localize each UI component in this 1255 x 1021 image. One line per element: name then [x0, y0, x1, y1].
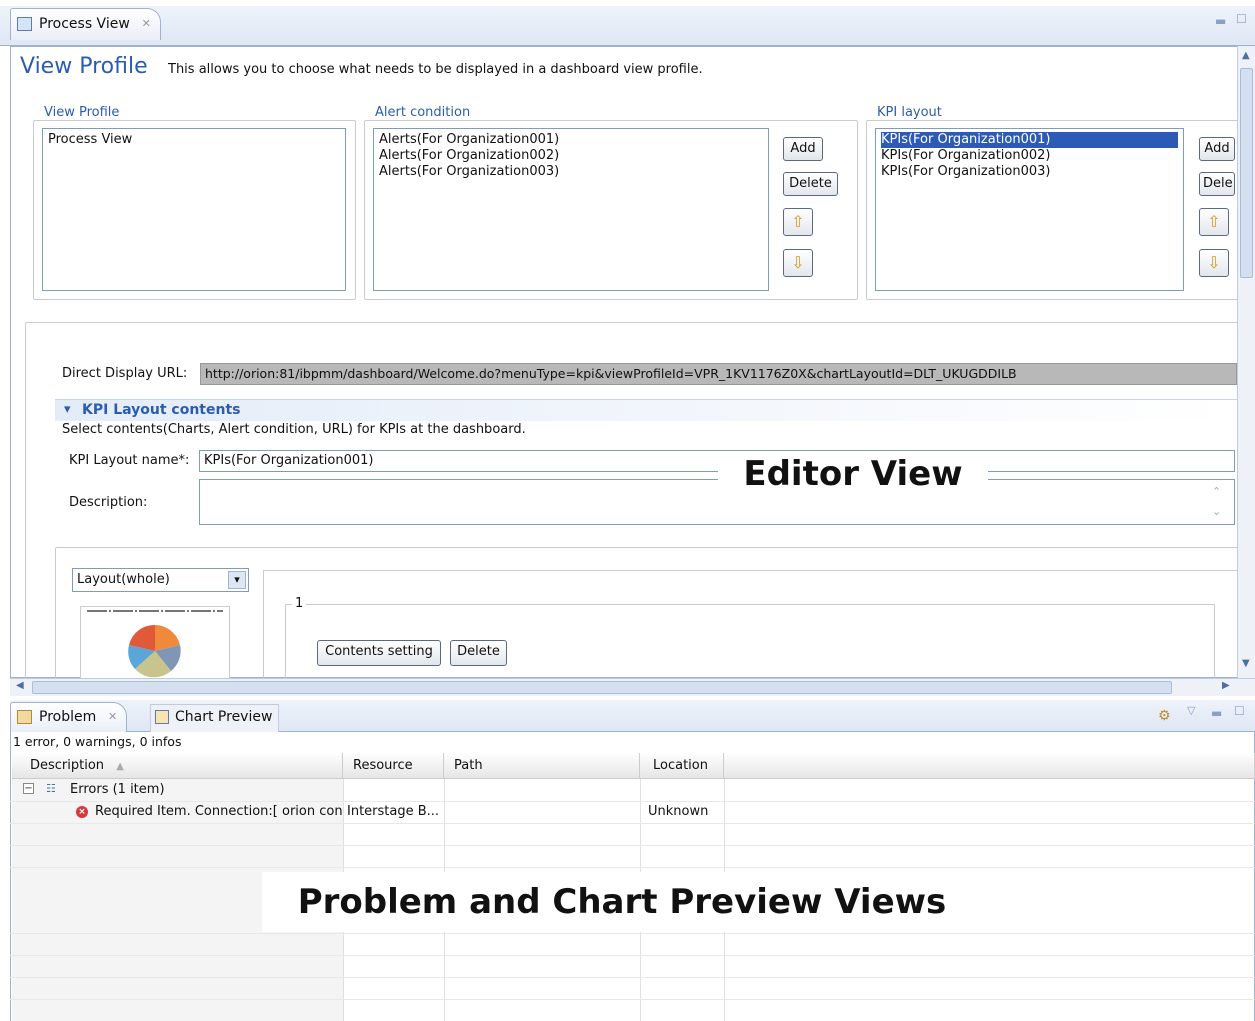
layout-select-value: Layout(whole)	[77, 572, 170, 587]
editor-view-callout: Editor View	[718, 452, 988, 496]
collapse-icon[interactable]: −	[23, 783, 34, 794]
column-location[interactable]: Location	[640, 753, 724, 779]
process-view-icon	[17, 17, 32, 31]
errors-group-icon: ☷	[46, 782, 56, 795]
kpi-layout-label: KPI layout	[875, 105, 944, 120]
row-divider	[10, 801, 1255, 802]
chart-icon	[155, 710, 169, 724]
chevron-down-icon[interactable]: ▾	[228, 571, 246, 589]
row-divider	[10, 955, 1255, 956]
move-up-icon[interactable]: ⇧	[783, 208, 813, 236]
pie-chart-icon	[87, 610, 223, 678]
list-item[interactable]: Alerts(For Organization002)	[379, 148, 763, 164]
kpi-name-field[interactable]: KPIs(For Organization001)	[199, 450, 1235, 472]
scroll-down-icon[interactable]: ▼	[1242, 658, 1250, 669]
kpi-section-description: Select contents(Charts, Alert condition,…	[62, 422, 526, 437]
close-icon[interactable]: ✕	[108, 703, 117, 731]
column-resource[interactable]: Resource	[343, 753, 444, 779]
row-divider	[10, 845, 1255, 846]
description-field[interactable]	[199, 479, 1235, 525]
move-down-icon[interactable]: ⇩	[1199, 249, 1229, 277]
column-description-label: Description	[30, 758, 105, 773]
kpi-section-title: KPI Layout contents	[82, 402, 241, 418]
view-profile-label: View Profile	[42, 105, 122, 120]
editor-vertical-scrollbar[interactable]: ▲ ▼	[1237, 46, 1255, 678]
scroll-right-icon[interactable]: ▶	[1222, 680, 1230, 691]
list-item[interactable]: KPIs(For Organization003)	[881, 164, 1178, 180]
layout-cell-number: 1	[292, 596, 307, 611]
close-icon[interactable]: ✕	[142, 9, 151, 39]
chevron-down-icon[interactable]: ▾	[64, 402, 71, 417]
list-item[interactable]: Process View	[48, 132, 340, 148]
kpi-name-label: KPI Layout name*:	[69, 453, 190, 468]
alert-condition-label: Alert condition	[373, 105, 473, 120]
problem-icon	[17, 710, 32, 724]
filter-icon[interactable]: ⚙	[1158, 708, 1171, 724]
contents-setting-button[interactable]: Contents setting	[317, 640, 441, 666]
row-divider	[10, 867, 1255, 868]
row-divider	[10, 977, 1255, 978]
row-divider	[10, 823, 1255, 824]
view-menu-icon[interactable]: ▽	[1187, 704, 1195, 717]
sort-ascending-icon: ▲	[116, 761, 124, 772]
errors-group-label[interactable]: Errors (1 item)	[70, 782, 165, 797]
minimize-icon[interactable]: ▬	[1215, 14, 1226, 28]
layout-select[interactable]: Layout(whole) ▾	[72, 568, 249, 592]
move-up-icon[interactable]: ⇧	[1199, 208, 1229, 236]
list-item[interactable]: Alerts(For Organization001)	[379, 132, 763, 148]
layout-preview-thumbnail	[80, 606, 230, 680]
problem-summary: 1 error, 0 warnings, 0 infos	[13, 734, 182, 749]
maximize-icon[interactable]: ☐	[1234, 704, 1245, 718]
alert-condition-list[interactable]: Alerts(For Organization001) Alerts(For O…	[373, 128, 769, 291]
tab-chart-preview-label: Chart Preview	[175, 709, 273, 725]
column-path[interactable]: Path	[444, 753, 640, 779]
direct-url-label: Direct Display URL:	[62, 366, 188, 381]
move-down-icon[interactable]: ⇩	[783, 249, 813, 277]
row-divider	[10, 933, 1255, 934]
problem-resource[interactable]: Interstage B...	[347, 804, 439, 819]
view-profile-list[interactable]: Process View	[42, 128, 346, 291]
tab-problem[interactable]: Problem ✕	[10, 702, 128, 732]
kpi-delete-button[interactable]: Dele	[1199, 172, 1235, 196]
minimize-icon[interactable]: ▬	[1211, 706, 1222, 720]
tab-process-view-label: Process View	[39, 16, 130, 32]
scroll-up-icon[interactable]: ▲	[1242, 50, 1250, 61]
row-divider	[10, 999, 1255, 1000]
scroll-left-icon[interactable]: ◀	[16, 680, 24, 691]
page-title: View Profile	[20, 54, 148, 79]
problem-description[interactable]: Required Item. Connection:[ orion con	[95, 804, 343, 819]
description-label: Description:	[69, 495, 148, 510]
list-item[interactable]: Alerts(For Organization003)	[379, 164, 763, 180]
page-description: This allows you to choose what needs to …	[168, 62, 703, 77]
problem-chart-views-callout: Problem and Chart Preview Views	[262, 872, 982, 932]
list-item[interactable]: KPIs(For Organization001)	[881, 132, 1178, 148]
editor-tab-bar	[0, 6, 1255, 46]
direct-url-field[interactable]: http://orion:81/ibpmm/dashboard/Welcome.…	[200, 363, 1237, 385]
editor-horizontal-scrollbar[interactable]: ◀ ▶	[10, 678, 1255, 696]
alert-add-button[interactable]: Add	[783, 137, 823, 161]
error-icon: ×	[76, 806, 88, 818]
description-scroll-icon[interactable]: ⌃ ⌄	[1212, 482, 1221, 522]
kpi-add-button[interactable]: Add	[1199, 137, 1235, 161]
tab-chart-preview[interactable]: Chart Preview	[150, 704, 280, 732]
tab-process-view[interactable]: Process View ✕	[10, 8, 161, 40]
kpi-layout-list[interactable]: KPIs(For Organization001) KPIs(For Organ…	[875, 128, 1184, 291]
maximize-icon[interactable]: ☐	[1236, 12, 1247, 26]
alert-delete-button[interactable]: Delete	[783, 172, 838, 196]
layout-delete-button[interactable]: Delete	[450, 640, 507, 666]
tab-problem-label: Problem	[39, 709, 97, 725]
scrollbar-thumb[interactable]	[32, 681, 1172, 694]
problem-location[interactable]: Unknown	[648, 804, 708, 819]
column-empty	[724, 753, 1255, 779]
scrollbar-thumb[interactable]	[1240, 68, 1253, 278]
list-item[interactable]: KPIs(For Organization002)	[881, 148, 1178, 164]
column-description[interactable]: Description ▲	[12, 753, 343, 779]
